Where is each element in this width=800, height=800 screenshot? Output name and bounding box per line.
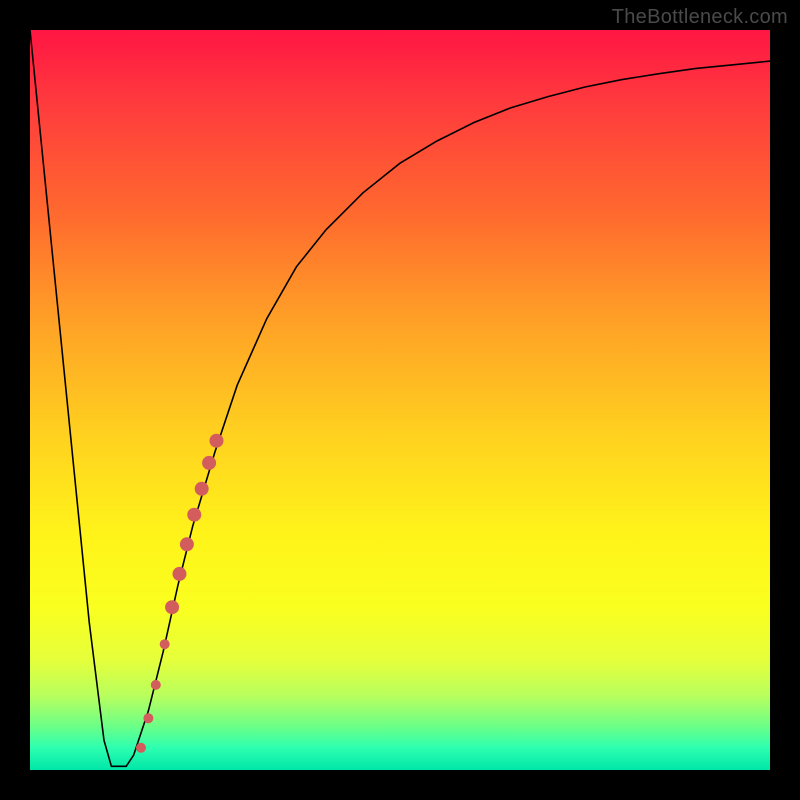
data-marker — [165, 600, 179, 614]
data-marker — [195, 482, 209, 496]
chart-frame: TheBottleneck.com — [0, 0, 800, 800]
data-marker — [180, 537, 194, 551]
data-marker — [209, 434, 223, 448]
data-marker — [160, 639, 170, 649]
plot-svg — [30, 30, 770, 770]
data-marker — [172, 567, 186, 581]
attribution-label: TheBottleneck.com — [612, 6, 788, 29]
plot-area — [30, 30, 770, 770]
data-marker — [151, 680, 161, 690]
data-marker — [143, 713, 153, 723]
data-marker — [202, 456, 216, 470]
data-marker — [187, 508, 201, 522]
bottleneck-curve — [30, 30, 770, 766]
data-marker — [136, 743, 146, 753]
